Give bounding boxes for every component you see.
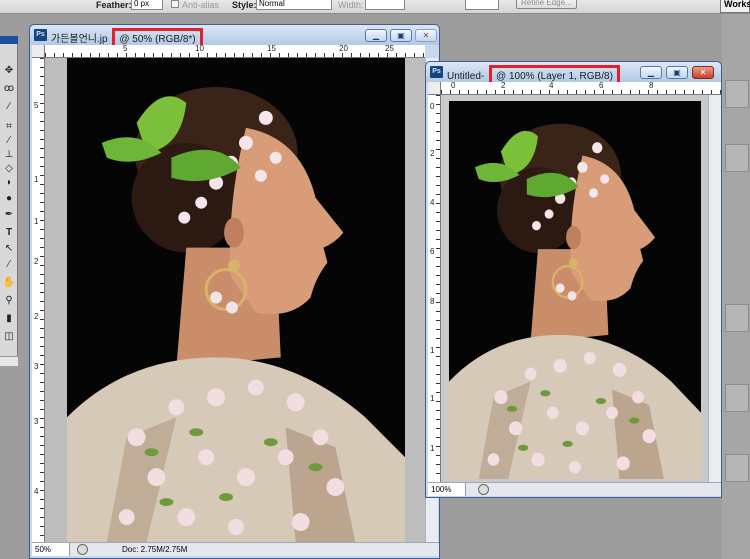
paint-bucket-icon[interactable]: ◗ [1,176,17,190]
lasso-icon[interactable]: ꝏ [1,82,17,96]
ruler-number: 15 [267,44,276,53]
ruler-number: 5 [34,101,39,110]
ruler-corner [428,82,441,95]
panel-tab[interactable] [725,144,749,172]
screen-mode-icon[interactable] [0,356,18,366]
width-field[interactable] [365,0,405,10]
ruler-number: 8 [430,297,435,306]
ruler-number: 3 [34,417,39,426]
panel-tab[interactable] [725,454,749,482]
ruler-number: 4 [34,487,39,496]
close-button[interactable]: ✕ [415,29,437,42]
status-bar: 100% [428,482,721,496]
document-window-back[interactable]: Ps 가든볼언니.jp @ 50% (RGB/8*) ▁ ▣ ✕ 5 10 15… [29,24,440,559]
type-icon[interactable]: T [1,226,17,240]
ruler-number: 25 [385,44,394,53]
height-field[interactable] [465,0,499,10]
ruler-number: 2 [501,81,506,90]
ruler-number: 3 [34,362,39,371]
canvas-area[interactable] [45,58,425,542]
eyedropper-icon[interactable]: ⁄ [1,258,17,272]
antialias-label: Anti-alias [182,0,220,10]
ruler-number: 1 [430,444,435,453]
ruler-number: 1 [34,217,39,226]
style-select[interactable]: Normal [256,0,332,10]
ruler-number: 1 [430,394,435,403]
document-filename: 가든볼언니.jp [51,34,108,45]
feather-field[interactable]: 0 px [131,0,163,10]
ruler-number: 1 [430,346,435,355]
quick-mask-icon[interactable]: ◫ [1,330,17,344]
panel-tab[interactable] [725,384,749,412]
document-size-info: Doc: 2.75M/2.75M [122,545,188,554]
tools-panel-header [0,36,18,44]
close-button[interactable]: ✕ [692,66,714,79]
ruler-number: 8 [649,81,654,90]
ruler-number: 0 [430,102,435,111]
options-bar: Feather: 0 px Anti-alias Style: Normal W… [0,0,750,14]
ruler-number: 4 [549,81,554,90]
status-bar: 50% Doc: 2.75M/2.75M [32,542,439,556]
document-titlebar[interactable]: Ps 가든볼언니.jp @ 50% (RGB/8*) ▁ ▣ ✕ [30,25,439,52]
color-swatch-icon[interactable]: ▮ [1,312,17,326]
magic-wand-icon[interactable]: ⁄ [1,100,17,114]
ruler-number: 0 [451,81,456,90]
vertical-scrollbar[interactable] [708,95,721,482]
workspace-button[interactable]: Works [720,0,750,13]
document-titlebar[interactable]: Ps Untitled- @ 100% (Layer 1, RGB/8) ▁ ▣… [426,62,721,89]
crop-icon[interactable]: ⌗ [1,120,17,134]
refine-edge-button[interactable]: Refine Edge... [516,0,577,9]
ruler-number: 2 [34,312,39,321]
ruler-corner [32,45,45,58]
photo-canvas-back[interactable] [67,58,405,542]
style-label: Style: [232,0,257,10]
photoshop-icon: Ps [34,29,47,41]
ruler-number: 1 [34,175,39,184]
ruler-number: 10 [195,44,204,53]
maximize-button[interactable]: ▣ [666,66,688,79]
zoom-icon[interactable]: ⚲ [1,294,17,308]
feather-label: Feather: [96,0,132,10]
pen-icon[interactable]: ✒ [1,208,17,222]
canvas-area[interactable] [441,95,708,482]
ruler-number: 6 [599,81,604,90]
eraser-icon[interactable]: ◇ [1,162,17,176]
hand-icon[interactable]: ✋ [1,276,17,290]
status-menu-icon[interactable] [77,544,88,555]
ruler-number: 20 [339,44,348,53]
minimize-button[interactable]: ▁ [365,29,387,42]
photo-canvas-front[interactable] [449,101,701,479]
width-label: Width: [338,0,364,10]
stamp-icon[interactable]: ⊥ [1,148,17,162]
zoom-level-field[interactable]: 50% [32,543,70,556]
panel-tab[interactable] [725,304,749,332]
ruler-number: 6 [430,247,435,256]
ruler-vertical: 5 1 1 2 2 3 3 4 [32,58,45,542]
ruler-vertical: 0 2 4 6 8 1 1 1 [428,95,441,482]
maximize-button[interactable]: ▣ [390,29,412,42]
ruler-horizontal: 0 2 4 6 8 [441,82,721,95]
ruler-number: 5 [123,44,128,53]
ruler-number: 2 [430,149,435,158]
dodge-icon[interactable]: ● [1,192,17,206]
ruler-number: 4 [430,198,435,207]
status-menu-icon[interactable] [478,484,489,495]
minimize-button[interactable]: ▁ [640,66,662,79]
path-select-icon[interactable]: ↖ [1,242,17,256]
ruler-horizontal: 5 10 15 20 25 [45,45,425,58]
brush-icon[interactable]: ⁄ [1,134,17,148]
ruler-number: 2 [34,257,39,266]
photoshop-icon: Ps [430,66,443,78]
portrait-image [67,58,405,542]
tools-panel: ✥ ꝏ ⁄ ⌗ ⁄ ⊥ ◇ ◗ ● ✒ T ↖ ⁄ ✋ ⚲ ▮ ◫ [0,36,18,366]
panels-dock [722,14,750,559]
document-window-front[interactable]: Ps Untitled- @ 100% (Layer 1, RGB/8) ▁ ▣… [425,61,722,498]
portrait-image [449,101,701,479]
move-icon[interactable]: ✥ [1,64,17,78]
panel-tab[interactable] [725,80,749,108]
antialias-checkbox[interactable] [171,0,179,8]
zoom-level-field[interactable]: 100% [428,483,466,496]
